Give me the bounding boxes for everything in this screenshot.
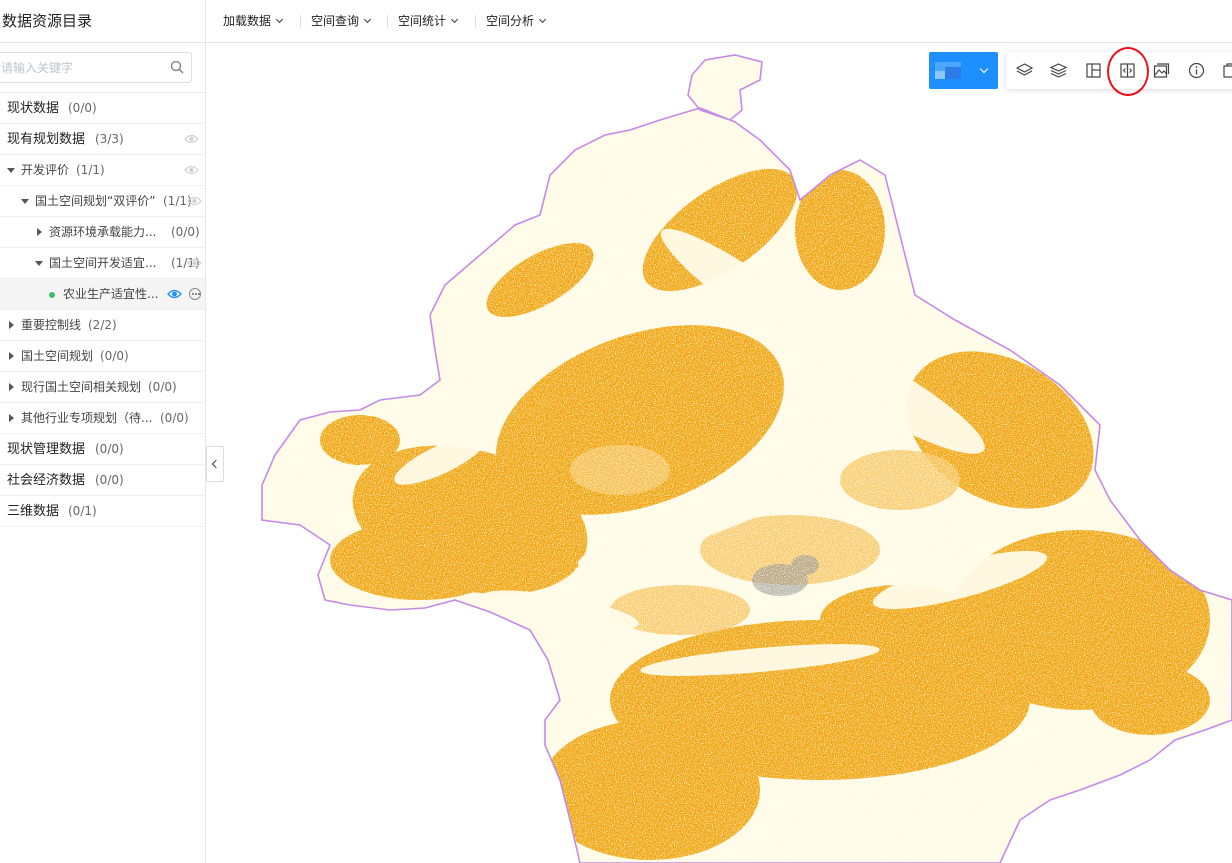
tree-item-label: 其他行业专项规划（待... xyxy=(21,411,153,425)
menu-label: 空间查询 xyxy=(311,14,360,28)
top-menu-bar: 加载数据 空间查询 空间统计 空间分析 xyxy=(206,0,1232,43)
menu-load-data[interactable]: 加载数据 xyxy=(223,0,284,43)
chevron-down-icon xyxy=(979,64,989,74)
menu-divider xyxy=(300,15,301,28)
tree-item-label: 三维数据 xyxy=(7,504,60,519)
tree-item-control-lines[interactable]: 重要控制线 (2/2) xyxy=(0,310,205,341)
tree-item-label: 社会经济数据 xyxy=(7,473,86,488)
tree-item-count: (0/0) xyxy=(171,225,200,239)
search-icon[interactable] xyxy=(170,60,184,74)
tree-item-resource-capacity[interactable]: 资源环境承载能力... (0/0) xyxy=(0,217,205,248)
tree-item-label: 现有规划数据 xyxy=(7,132,86,147)
resource-catalog-sidebar: 数据资源目录 现状数据 (0/0) 现有规划数据 (3/3) 开发评价 (1/1… xyxy=(0,0,206,863)
tree-item-count: (0/0) xyxy=(160,411,189,425)
highlight-annotation-circle xyxy=(1107,47,1149,96)
tree-item-label: 国土空间开发适宜... xyxy=(49,256,157,270)
tree-item-existing-planning[interactable]: 现有规划数据 (3/3) xyxy=(0,124,205,155)
menu-spatial-query[interactable]: 空间查询 xyxy=(311,0,372,43)
tree-item-current-data[interactable]: 现状数据 (0/0) xyxy=(0,93,205,124)
tree-item-socioeconomic-data[interactable]: 社会经济数据 (0/0) xyxy=(0,465,205,496)
caret-down-icon[interactable] xyxy=(7,168,15,173)
tree-item-label: 开发评价 xyxy=(21,163,70,177)
tree-item-related-planning[interactable]: 现行国土空间相关规划 (0/0) xyxy=(0,372,205,403)
tree-item-management-data[interactable]: 现状管理数据 (0/0) xyxy=(0,434,205,465)
tree-item-label: 国土空间规划 xyxy=(21,349,94,363)
tree-item-label: 农业生产适宜性... xyxy=(63,287,159,301)
caret-right-icon[interactable] xyxy=(37,228,42,236)
tree-item-label: 现状数据 xyxy=(7,101,60,116)
menu-divider xyxy=(387,15,388,28)
tree-item-territorial-planning[interactable]: 国土空间规划 (0/0) xyxy=(0,341,205,372)
tree-item-count: (0/0) xyxy=(100,349,129,363)
eye-icon[interactable] xyxy=(184,164,199,176)
caret-down-icon[interactable] xyxy=(35,261,43,266)
eye-icon[interactable] xyxy=(184,133,199,145)
tree-item-count: (0/1) xyxy=(68,504,97,518)
basemap-thumbnail-icon xyxy=(935,62,961,79)
layers-icon[interactable] xyxy=(1015,61,1034,80)
eye-icon[interactable] xyxy=(167,288,182,300)
tree-item-label: 现状管理数据 xyxy=(7,442,86,457)
tree-item-other-industry-planning[interactable]: 其他行业专项规划（待... (0/0) xyxy=(0,403,205,434)
chevron-down-icon xyxy=(275,15,284,24)
chevron-down-icon xyxy=(538,15,547,24)
suitability-map xyxy=(261,54,1232,863)
search-area xyxy=(0,43,205,93)
menu-label: 加载数据 xyxy=(223,14,272,28)
eye-icon[interactable] xyxy=(187,195,202,207)
status-dot xyxy=(49,292,55,298)
tree-item-label: 国土空间规划“双评价” xyxy=(35,194,156,208)
menu-divider xyxy=(475,15,476,28)
chevron-down-icon xyxy=(450,15,459,24)
more-options-icon[interactable] xyxy=(189,288,201,300)
tree-item-development-evaluation[interactable]: 开发评价 (1/1) xyxy=(0,155,205,186)
tree-item-label: 资源环境承载能力... xyxy=(49,225,157,239)
tree-item-agriculture-suitability[interactable]: 农业生产适宜性... xyxy=(0,279,205,310)
menu-spatial-statistics[interactable]: 空间统计 xyxy=(398,0,459,43)
tree-item-development-suitability[interactable]: 国土空间开发适宜... (1/1) xyxy=(0,248,205,279)
caret-right-icon[interactable] xyxy=(9,414,14,422)
info-icon[interactable] xyxy=(1187,61,1206,80)
search-box[interactable] xyxy=(0,52,192,83)
tree-item-count: (0/0) xyxy=(95,473,124,487)
collapse-sidebar-button[interactable] xyxy=(206,446,224,482)
map-view[interactable] xyxy=(206,44,1232,863)
caret-down-icon[interactable] xyxy=(21,199,29,204)
tree-item-count: (1/1) xyxy=(76,163,105,177)
tree-item-3d-data[interactable]: 三维数据 (0/1) xyxy=(0,496,205,527)
menu-spatial-analysis[interactable]: 空间分析 xyxy=(486,0,547,43)
sidebar-title: 数据资源目录 xyxy=(0,0,205,43)
tree-item-count: (0/0) xyxy=(148,380,177,394)
caret-right-icon[interactable] xyxy=(9,352,14,360)
export-icon[interactable] xyxy=(1221,61,1232,80)
tree-item-count: (2/2) xyxy=(88,318,117,332)
tree-item-count: (0/0) xyxy=(95,442,124,456)
basemap-switcher-button[interactable] xyxy=(929,52,998,89)
tree-item-count: (0/0) xyxy=(68,101,97,115)
caret-right-icon[interactable] xyxy=(9,321,14,329)
tree-item-dual-evaluation[interactable]: 国土空间规划“双评价” (1/1) xyxy=(0,186,205,217)
search-input[interactable] xyxy=(0,53,157,82)
menu-label: 空间分析 xyxy=(486,14,535,28)
menu-label: 空间统计 xyxy=(398,14,447,28)
layers-stack-icon[interactable] xyxy=(1049,61,1068,80)
eye-icon[interactable] xyxy=(187,257,202,269)
image-layer-icon[interactable] xyxy=(1152,61,1171,80)
tree-item-label: 现行国土空间相关规划 xyxy=(21,380,142,394)
caret-right-icon[interactable] xyxy=(9,383,14,391)
split-panel-icon[interactable] xyxy=(1084,61,1103,80)
chevron-down-icon xyxy=(363,15,372,24)
tree-item-count: (3/3) xyxy=(95,132,124,146)
tree-item-label: 重要控制线 xyxy=(21,318,82,332)
